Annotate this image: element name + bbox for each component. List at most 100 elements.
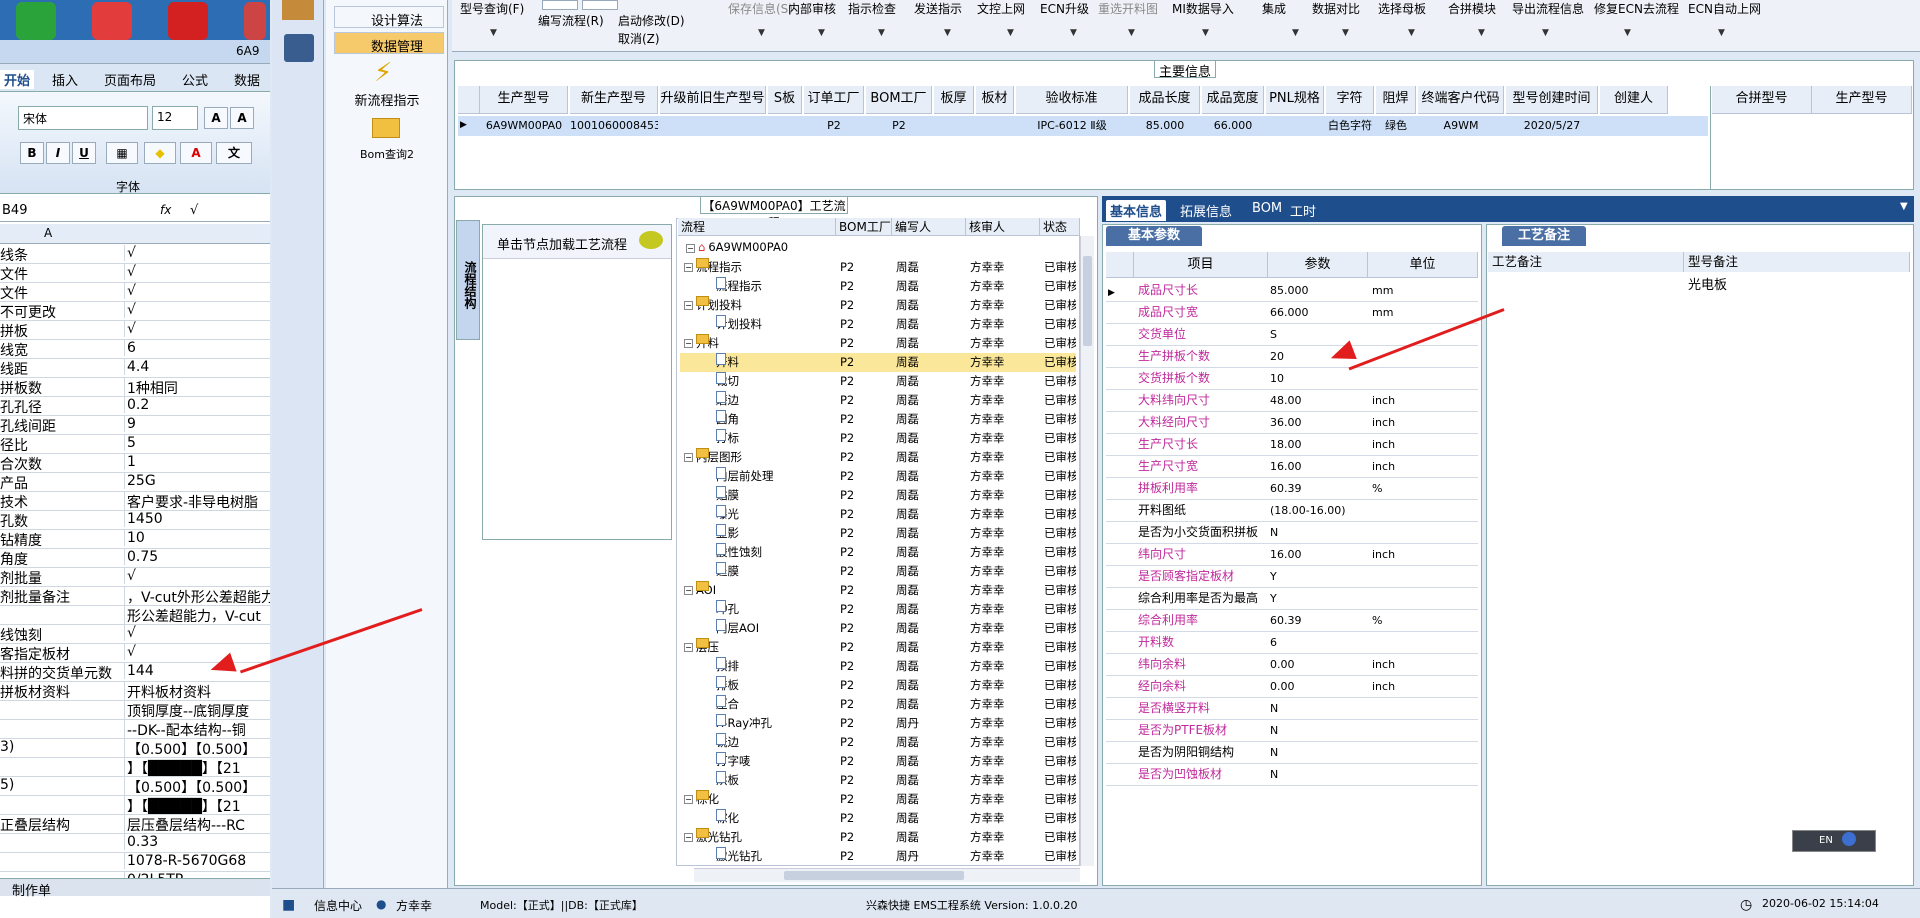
sheet-row[interactable]: 拼板材资料 开料板材资料 (0, 682, 270, 701)
cell-b[interactable]: 5 (124, 435, 270, 451)
cell-b[interactable]: --DK--配本结构--铜 (124, 720, 270, 738)
formula-value[interactable]: √ (190, 203, 198, 218)
cell-a[interactable]: 拼板 (0, 321, 122, 339)
main-cell[interactable]: P2 (866, 116, 932, 136)
cell-a[interactable]: 拼板数 (0, 378, 122, 396)
font-size-select[interactable]: 12 (152, 106, 198, 130)
tree-horizontal-scrollbar[interactable] (694, 868, 1080, 882)
factory-icon[interactable] (282, 0, 314, 20)
sheet-row[interactable]: 0.33 (0, 834, 270, 853)
toolbar-data-compare-button[interactable]: 数据对比 (1312, 0, 1360, 17)
basic-param-row[interactable]: 是否为凹蚀板材 N (1106, 764, 1478, 786)
main-header-col[interactable]: PNL规格 (1266, 86, 1324, 114)
param-value[interactable]: 0.00 (1270, 676, 1366, 697)
ribbon-tab-layout[interactable]: 页面布局 (104, 70, 156, 89)
param-value[interactable]: 36.00 (1270, 412, 1366, 433)
sheet-row[interactable]: 顶铜厚度--底铜厚度 (0, 701, 270, 720)
cell-a[interactable]: 钻精度 (0, 530, 122, 548)
main-header-col[interactable]: 创建人 (1600, 86, 1668, 114)
main-cell[interactable] (1600, 116, 1668, 136)
cell-a[interactable]: 技术 (0, 492, 122, 510)
sheet-row[interactable]: 线蚀刻 √ (0, 625, 270, 644)
cell-b[interactable]: 1078-R-5670G68 (124, 853, 270, 869)
param-value[interactable]: 66.000 (1270, 302, 1366, 323)
cell-a[interactable]: 线宽 (0, 340, 122, 358)
tree-root[interactable]: − ⌂ 6A9WM00PA0 (686, 240, 788, 254)
chevron-down-icon[interactable]: ▼ (944, 28, 951, 38)
tree-row[interactable]: −开料 P2 周磊 方幸幸 已审核 (680, 334, 1076, 353)
main-cell[interactable] (660, 116, 766, 136)
cell-b[interactable]: 顶铜厚度--底铜厚度 (124, 701, 270, 719)
underline-icon[interactable]: U (72, 142, 96, 164)
chevron-down-icon[interactable]: ▼ (1007, 28, 1014, 38)
cell-a[interactable]: 合次数 (0, 454, 122, 472)
main-header-col[interactable]: 成品长度 (1130, 86, 1200, 114)
cell-a[interactable]: 文件 (0, 283, 122, 301)
sheet-row[interactable]: 孔线间距 9 (0, 416, 270, 435)
cell-a[interactable]: 线条 (0, 245, 122, 263)
toolbar-mi-data-import-button[interactable]: MI数据导入 (1172, 0, 1234, 17)
cell-b[interactable]: 【0.500】【0.500】 (124, 739, 270, 757)
basic-header-unit[interactable]: 单位 (1368, 252, 1478, 278)
tree-row[interactable]: −AOI P2 周磊 方幸幸 已审核 (680, 581, 1076, 600)
sheet-row[interactable]: 文件 √ (0, 283, 270, 302)
nav-item-data-management[interactable]: 数据管理 (334, 32, 444, 55)
input-box[interactable] (582, 0, 618, 10)
main-header-col[interactable]: 生产型号 (480, 86, 568, 114)
toolbar-cancel-button[interactable]: 取消(Z) (618, 30, 660, 47)
main-header-col[interactable]: 订单工厂 (804, 86, 864, 114)
basic-param-row[interactable]: 生产拼板个数 20 (1106, 346, 1478, 368)
main-header-col[interactable]: S板 (768, 86, 802, 114)
main-cell[interactable]: 85.000 (1130, 116, 1200, 136)
basic-param-row[interactable]: 大料纬向尺寸 48.00 inch (1106, 390, 1478, 412)
expand-toggle-icon[interactable]: − (684, 833, 693, 842)
sheet-row[interactable]: 线距 4.4 (0, 359, 270, 378)
cell-b[interactable]: 25G (124, 473, 270, 489)
ribbon-tab-insert[interactable]: 插入 (52, 70, 78, 89)
chevron-down-icon[interactable]: ▼ (1292, 28, 1299, 38)
cell-b[interactable]: √ (124, 568, 270, 584)
cell-a[interactable]: 孔孔径 (0, 397, 122, 415)
tree-row[interactable]: −棕化 P2 周磊 方幸幸 已审核 (680, 790, 1076, 809)
cell-a[interactable]: 文件 (0, 264, 122, 282)
sheet-row[interactable]: 拼板 √ (0, 321, 270, 340)
param-value[interactable]: S (1270, 324, 1366, 345)
sheet-row[interactable]: 角度 0.75 (0, 549, 270, 568)
cell-a[interactable]: 不可更改 (0, 302, 122, 320)
cell-a[interactable]: 剂批量备注 (0, 587, 122, 605)
cell-b[interactable]: 1450 (124, 511, 270, 527)
tree-row[interactable]: 退膜 P2 周磊 方幸幸 已审核 (680, 562, 1076, 581)
param-value[interactable]: N (1270, 720, 1366, 741)
cell-b[interactable]: √ (124, 644, 270, 660)
main-cell[interactable]: A9WM (1418, 116, 1504, 136)
basic-param-row[interactable]: 开料数 6 (1106, 632, 1478, 654)
param-value[interactable]: 18.00 (1270, 434, 1366, 455)
param-value[interactable]: N (1270, 522, 1366, 543)
cell-b[interactable]: 1种相同 (124, 378, 270, 396)
ribbon-tab-formula[interactable]: 公式 (182, 70, 208, 89)
right-header-merge-model[interactable]: 合拼型号 (1712, 86, 1812, 114)
help-icon[interactable] (1842, 832, 1856, 846)
param-value[interactable]: 85.000 (1270, 280, 1366, 301)
expand-toggle-icon[interactable]: − (684, 263, 693, 272)
chevron-down-icon[interactable]: ▼ (1202, 28, 1209, 38)
main-cell[interactable]: IPC-6012 Ⅱ级 (1016, 116, 1128, 136)
sheet-row[interactable]: 线宽 6 (0, 340, 270, 359)
cell-b[interactable]: 开料板材资料 (124, 682, 270, 700)
border-icon[interactable]: ▦ (106, 142, 138, 164)
add-icon[interactable] (16, 2, 56, 40)
flow-structure-tab[interactable]: 流程结构 (456, 220, 480, 340)
basic-header-item[interactable]: 项目 (1134, 252, 1268, 278)
cell-a[interactable]: 客指定板材 (0, 644, 122, 662)
sheet-row[interactable]: 文件 √ (0, 264, 270, 283)
cell-b[interactable]: 0.2 (124, 397, 270, 413)
main-cell[interactable] (934, 116, 974, 136)
cell-a[interactable]: 料拼的交货单元数 (0, 663, 122, 681)
main-header-col[interactable]: 阻焊 (1376, 86, 1416, 114)
param-value[interactable]: 10 (1270, 368, 1366, 389)
basic-param-row[interactable]: 是否为PTFE板材 N (1106, 720, 1478, 742)
cell-b[interactable]: 0.75 (124, 549, 270, 565)
main-cell[interactable]: 6A9WM00PA0 (480, 116, 568, 136)
new-flow-instruction-button[interactable]: 新流程指示 (326, 90, 448, 109)
sheet-row[interactable]: 1078-R-5670G68 (0, 853, 270, 872)
